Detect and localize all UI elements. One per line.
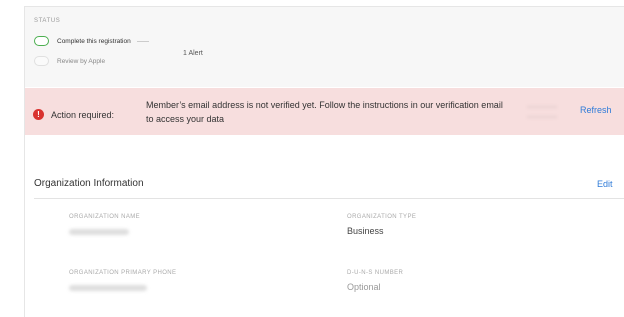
step-connector	[136, 40, 149, 42]
organization-phone-label: ORGANIZATION PRIMARY PHONE	[69, 270, 177, 276]
organization-name-label: ORGANIZATION NAME	[69, 214, 141, 220]
duns-number-value: Optional	[347, 282, 381, 292]
status-label: STATUS	[34, 18, 61, 24]
step-active-indicator-icon	[34, 36, 49, 46]
exclamation-icon: !	[33, 109, 44, 120]
refresh-link[interactable]: Refresh	[580, 105, 612, 115]
organization-section-title: Organization Information	[34, 178, 144, 189]
registration-panel: STATUS Complete this registration Review…	[24, 6, 624, 317]
alert-message: Member’s email address is not verified y…	[146, 100, 503, 124]
step-label: Complete this registration	[57, 37, 131, 45]
step-review-by-apple: Review by Apple	[34, 56, 105, 66]
edit-organization-link[interactable]: Edit	[597, 179, 613, 189]
step-pending-indicator-icon	[34, 56, 49, 66]
action-required-alert: ! Action required: Member’s email addres…	[25, 88, 624, 135]
alert-title: Action required:	[51, 110, 115, 120]
step-complete-registration: Complete this registration	[34, 36, 149, 46]
organization-type-value: Business	[347, 226, 384, 236]
organization-phone-value-redacted	[69, 285, 147, 291]
step-label: Review by Apple	[57, 57, 106, 65]
alert-count[interactable]: 1 Alert	[183, 50, 203, 57]
divider	[34, 198, 624, 199]
redacted-text	[527, 102, 557, 124]
organization-type-label: ORGANIZATION TYPE	[347, 214, 417, 220]
status-section: STATUS Complete this registration Review…	[25, 7, 624, 87]
organization-name-value-redacted	[69, 229, 129, 235]
duns-number-label: D-U-N-S NUMBER	[347, 270, 404, 276]
